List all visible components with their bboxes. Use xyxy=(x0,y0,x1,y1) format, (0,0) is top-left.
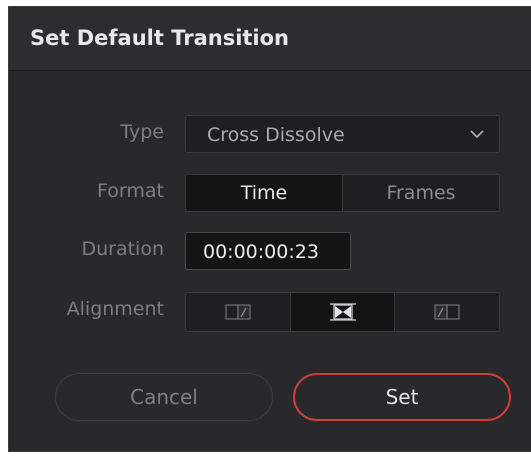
dialog-titlebar: Set Default Transition xyxy=(9,7,531,71)
dialog-title: Set Default Transition xyxy=(30,26,290,50)
set-button[interactable]: Set xyxy=(293,373,511,421)
chevron-down-icon xyxy=(470,130,484,139)
format-option-time[interactable]: Time xyxy=(186,175,343,211)
duration-value: 00:00:00:23 xyxy=(203,241,319,263)
cancel-button[interactable]: Cancel xyxy=(55,373,273,421)
type-dropdown-value: Cross Dissolve xyxy=(207,124,345,146)
alignment-option-end-on-edit[interactable] xyxy=(186,293,291,331)
alignment-toggle xyxy=(185,292,500,332)
type-label: Type xyxy=(120,121,164,143)
format-toggle: Time Frames xyxy=(185,174,500,212)
duration-field[interactable]: 00:00:00:23 xyxy=(185,232,351,270)
duration-label: Duration xyxy=(81,238,164,260)
align-end-icon xyxy=(225,304,251,320)
align-center-icon xyxy=(329,303,356,321)
alignment-option-center-on-edit[interactable] xyxy=(290,293,396,331)
alignment-label: Alignment xyxy=(66,298,164,320)
alignment-option-start-on-edit[interactable] xyxy=(395,293,499,331)
set-default-transition-dialog: Set Default Transition Type Cross Dissol… xyxy=(8,6,531,452)
type-dropdown[interactable]: Cross Dissolve xyxy=(185,115,500,153)
format-option-frames[interactable]: Frames xyxy=(343,175,499,211)
align-start-icon xyxy=(434,304,460,320)
format-label: Format xyxy=(97,180,164,202)
